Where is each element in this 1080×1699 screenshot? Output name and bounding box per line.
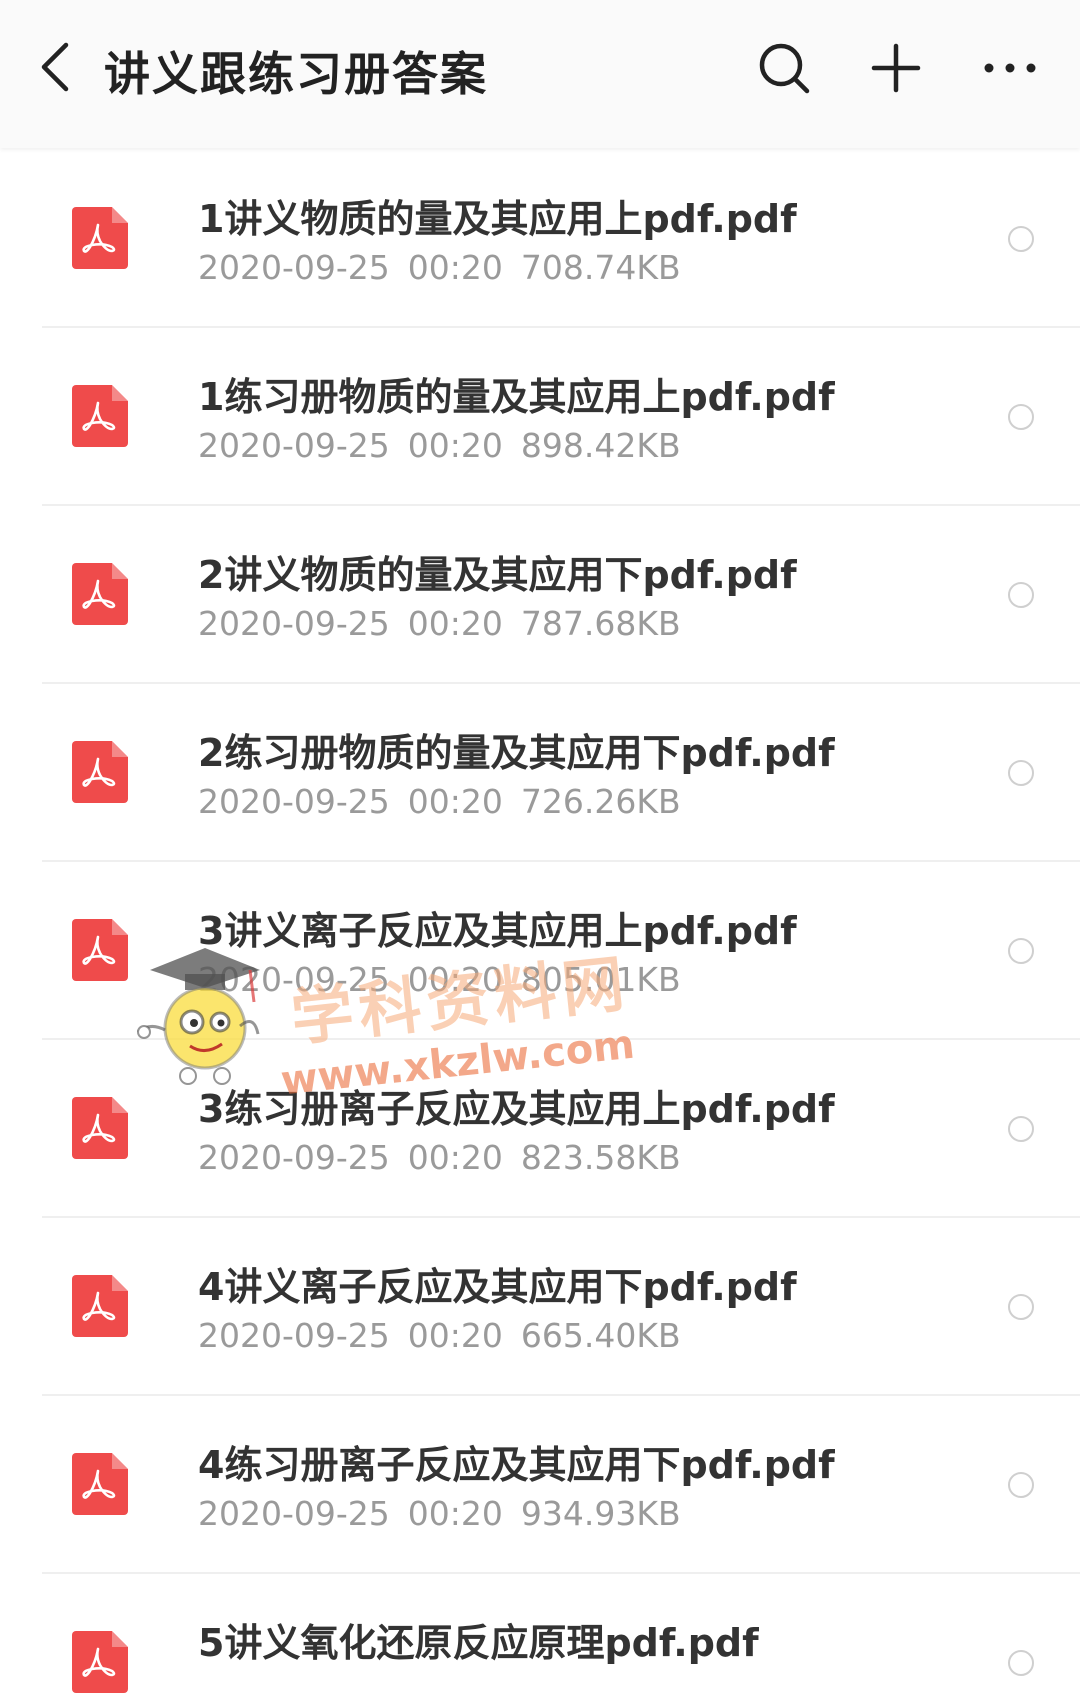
pdf-file-icon <box>72 1097 128 1159</box>
file-time: 00:20 <box>407 960 503 999</box>
file-name: 5讲义氧化还原反应原理pdf.pdf <box>198 1621 759 1665</box>
select-radio[interactable] <box>1008 582 1034 608</box>
pdf-file-icon <box>72 1275 128 1337</box>
page-title: 讲义跟练习册答案 <box>104 47 488 101</box>
file-time: 00:20 <box>407 782 503 821</box>
file-meta: 2020-09-25 00:20 726.26KB <box>198 782 699 821</box>
file-name: 1讲义物质的量及其应用上pdf.pdf <box>198 197 797 241</box>
pdf-file-icon <box>72 385 128 447</box>
file-name: 1练习册物质的量及其应用上pdf.pdf <box>198 375 835 419</box>
pdf-file-icon <box>72 919 128 981</box>
file-name: 3讲义离子反应及其应用上pdf.pdf <box>198 909 797 953</box>
file-meta: 2020-09-25 00:20 708.74KB <box>198 248 699 287</box>
file-time: 00:20 <box>407 248 503 287</box>
file-name: 4练习册离子反应及其应用下pdf.pdf <box>198 1443 835 1487</box>
file-meta: 2020-09-25 00:20 898.42KB <box>198 426 699 465</box>
search-button[interactable] <box>752 36 816 100</box>
select-radio[interactable] <box>1008 1116 1034 1142</box>
file-row[interactable]: 2练习册物质的量及其应用下pdf.pdf 2020-09-25 00:20 726.2… <box>0 684 1080 862</box>
pdf-file-icon <box>72 207 128 269</box>
select-radio[interactable] <box>1008 760 1034 786</box>
file-size: 726.26KB <box>520 782 681 821</box>
file-row[interactable]: 4练习册离子反应及其应用下pdf.pdf 2020-09-25 00:20 934.9… <box>0 1396 1080 1574</box>
select-radio[interactable] <box>1008 226 1034 252</box>
file-row[interactable]: 5讲义氧化还原反应原理pdf.pdf <box>0 1574 1080 1699</box>
file-size: 787.68KB <box>520 604 681 643</box>
file-time: 00:20 <box>407 1494 503 1533</box>
more-options-button[interactable] <box>978 36 1042 100</box>
file-name: 3练习册离子反应及其应用上pdf.pdf <box>198 1087 835 1131</box>
file-date: 2020-09-25 <box>198 604 390 643</box>
pdf-file-icon <box>72 1631 128 1693</box>
file-meta: 2020-09-25 00:20 665.40KB <box>198 1316 699 1355</box>
more-horizontal-icon <box>984 63 1036 73</box>
pdf-file-icon <box>72 563 128 625</box>
file-date: 2020-09-25 <box>198 248 390 287</box>
file-size: 898.42KB <box>520 426 681 465</box>
select-radio[interactable] <box>1008 1294 1034 1320</box>
top-app-bar: 讲义跟练习册答案 <box>0 0 1080 148</box>
file-date: 2020-09-25 <box>198 1494 390 1533</box>
file-meta: 2020-09-25 00:20 805.01KB <box>198 960 699 999</box>
file-date: 2020-09-25 <box>198 960 390 999</box>
select-radio[interactable] <box>1008 1472 1034 1498</box>
file-size: 665.40KB <box>520 1316 681 1355</box>
file-date: 2020-09-25 <box>198 426 390 465</box>
file-row[interactable]: 1讲义物质的量及其应用上pdf.pdf 2020-09-25 00:20 708.74… <box>0 150 1080 328</box>
file-meta: 2020-09-25 00:20 787.68KB <box>198 604 699 643</box>
select-radio[interactable] <box>1008 404 1034 430</box>
file-name: 2练习册物质的量及其应用下pdf.pdf <box>198 731 835 775</box>
plus-icon <box>871 43 921 93</box>
chevron-left-icon <box>41 42 69 92</box>
select-radio[interactable] <box>1008 1650 1034 1676</box>
file-size: 934.93KB <box>520 1494 681 1533</box>
file-size: 708.74KB <box>520 248 681 287</box>
file-size: 823.58KB <box>520 1138 681 1177</box>
file-list: 1讲义物质的量及其应用上pdf.pdf 2020-09-25 00:20 708.74… <box>0 150 1080 1699</box>
file-browser-screen: 讲义跟练习册答案 1讲义物质的量及其应用上pdf.pdf 2020-09-25 00… <box>0 0 1080 1699</box>
file-time: 00:20 <box>407 604 503 643</box>
file-meta: 2020-09-25 00:20 934.93KB <box>198 1494 699 1533</box>
file-meta: 2020-09-25 00:20 823.58KB <box>198 1138 699 1177</box>
file-date: 2020-09-25 <box>198 1316 390 1355</box>
pdf-file-icon <box>72 741 128 803</box>
file-time: 00:20 <box>407 1138 503 1177</box>
search-icon <box>759 43 810 94</box>
file-name: 4讲义离子反应及其应用下pdf.pdf <box>198 1265 797 1309</box>
file-row[interactable]: 2讲义物质的量及其应用下pdf.pdf 2020-09-25 00:20 787.68… <box>0 506 1080 684</box>
file-size: 805.01KB <box>520 960 681 999</box>
file-meta <box>198 1672 252 1699</box>
file-row[interactable]: 3练习册离子反应及其应用上pdf.pdf 2020-09-25 00:20 823.5… <box>0 1040 1080 1218</box>
pdf-file-icon <box>72 1453 128 1515</box>
file-name: 2讲义物质的量及其应用下pdf.pdf <box>198 553 797 597</box>
file-time: 00:20 <box>407 1316 503 1355</box>
file-row[interactable]: 4讲义离子反应及其应用下pdf.pdf 2020-09-25 00:20 665.40… <box>0 1218 1080 1396</box>
add-button[interactable] <box>864 36 928 100</box>
file-time: 00:20 <box>407 426 503 465</box>
file-date: 2020-09-25 <box>198 1138 390 1177</box>
back-button[interactable] <box>30 34 80 100</box>
file-date: 2020-09-25 <box>198 782 390 821</box>
file-row[interactable]: 3讲义离子反应及其应用上pdf.pdf 2020-09-25 00:20 805.01… <box>0 862 1080 1040</box>
select-radio[interactable] <box>1008 938 1034 964</box>
file-row[interactable]: 1练习册物质的量及其应用上pdf.pdf 2020-09-25 00:20 898.4… <box>0 328 1080 506</box>
